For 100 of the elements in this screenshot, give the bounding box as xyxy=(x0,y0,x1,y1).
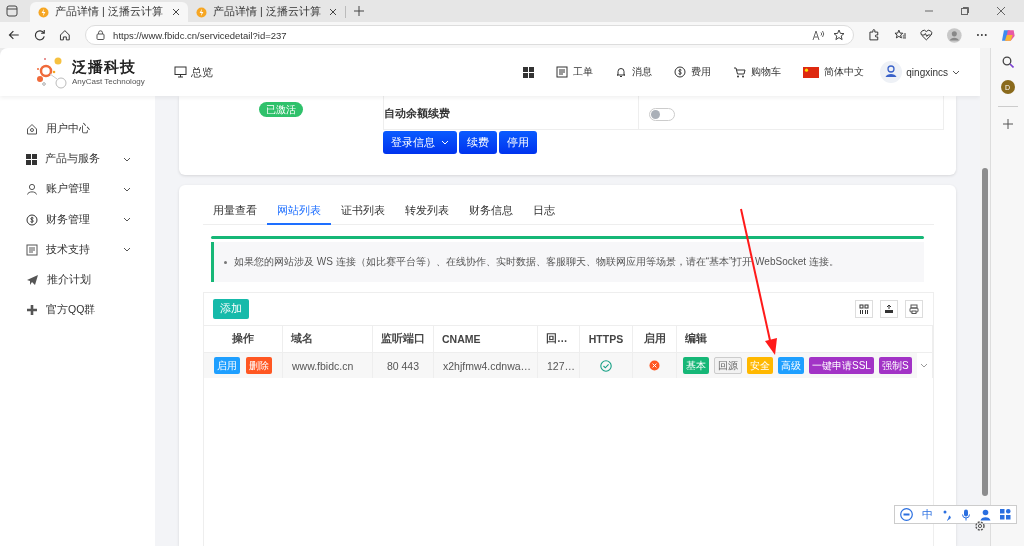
bullet-icon xyxy=(224,260,227,264)
lightning-icon xyxy=(38,6,49,18)
table-cell: 80 443 xyxy=(373,352,434,378)
apps-menu[interactable] xyxy=(523,66,535,78)
toolbar-button[interactable] xyxy=(880,300,898,318)
tab[interactable]: 日志 xyxy=(523,202,565,225)
tab-overview-icon[interactable] xyxy=(6,5,18,17)
heart-pulse-icon[interactable] xyxy=(920,29,934,41)
brand-tagline: AnyCast Technology xyxy=(72,77,145,86)
more-icon[interactable] xyxy=(975,33,988,37)
settings-icon[interactable] xyxy=(974,520,986,532)
caret-icon xyxy=(952,69,960,75)
dollar-icon xyxy=(674,66,687,78)
favorites-icon[interactable] xyxy=(893,29,907,41)
bell-icon xyxy=(615,66,628,78)
user-menu[interactable]: qingxincs xyxy=(880,61,960,83)
document-icon xyxy=(556,66,569,78)
status-badge: 已激活 xyxy=(259,102,303,117)
sidebar-item[interactable]: 账户管理 xyxy=(0,174,155,205)
home-icon[interactable] xyxy=(59,29,72,41)
chevron-down-icon xyxy=(920,363,929,368)
sidebar-item[interactable]: 用户中心 xyxy=(0,114,155,145)
tab-title: 产品详情 | 泛播云计算 xyxy=(213,5,322,19)
tab-title: 产品详情 | 泛播云计算 xyxy=(55,5,164,19)
avatar-icon[interactable] xyxy=(947,27,962,43)
brand-name: 泛播科技 xyxy=(72,58,137,77)
grid-icon xyxy=(26,153,37,165)
action-button[interactable]: 登录信息 xyxy=(383,131,457,154)
toolbar-button[interactable] xyxy=(855,300,873,318)
print-icon xyxy=(909,304,919,314)
document-icon xyxy=(26,243,38,256)
nav-link[interactable]: 工单 xyxy=(556,65,594,79)
flag-icon xyxy=(803,66,820,78)
scrollbar[interactable] xyxy=(980,48,990,546)
row-action-button[interactable]: 强制S xyxy=(878,357,912,374)
chevron-down-icon xyxy=(123,156,131,162)
action-button[interactable]: 续费 xyxy=(459,131,497,154)
apps-icon[interactable] xyxy=(1000,509,1011,520)
read-aloud-icon[interactable] xyxy=(812,29,825,41)
table-cell: www.fbidc.cn xyxy=(283,352,373,378)
plus-icon xyxy=(26,304,38,317)
tab[interactable]: 转发列表 xyxy=(395,202,459,225)
address-bar[interactable]: https://www.fbidc.cn/servicedetail?id=237 xyxy=(85,25,854,45)
nav-link[interactable]: 消息 xyxy=(615,65,653,79)
microphone-icon[interactable] xyxy=(961,508,971,521)
tab[interactable]: 证书列表 xyxy=(331,202,395,225)
caret-icon xyxy=(441,140,449,145)
sidebar-item[interactable]: 技术支持 xyxy=(0,234,155,265)
ime-mode-toggle[interactable]: 中 xyxy=(922,507,933,522)
tab[interactable]: 网站列表 xyxy=(267,202,331,225)
chevron-down-icon xyxy=(123,186,131,192)
user-avatar-icon xyxy=(880,61,903,83)
user-icon xyxy=(26,183,38,196)
close-icon[interactable] xyxy=(172,8,180,16)
monitor-icon xyxy=(174,66,187,78)
browser-tab[interactable]: 产品详情 | 泛播云计算 xyxy=(30,2,188,22)
table-cell: 127… xyxy=(538,352,580,378)
back-icon[interactable] xyxy=(8,29,20,41)
person-icon[interactable] xyxy=(980,508,991,521)
close-icon[interactable] xyxy=(329,8,337,16)
setting-label: 自动余额续费 xyxy=(384,96,639,129)
sidebar-item[interactable]: 财务管理 xyxy=(0,204,155,235)
chevron-down-icon xyxy=(123,217,131,223)
sidebar-item[interactable]: 推介计划 xyxy=(0,264,155,296)
cart-icon xyxy=(733,66,747,78)
refresh-icon[interactable] xyxy=(33,29,46,41)
overview-link[interactable]: 总览 xyxy=(174,64,213,80)
home-icon xyxy=(26,123,38,136)
search-icon[interactable] xyxy=(1001,56,1014,68)
table-cell: x2hjfmw4.cdnwa… xyxy=(434,352,538,378)
row-action-button[interactable]: 一键申请SSL xyxy=(809,357,874,374)
dollar-icon xyxy=(26,213,38,226)
tab[interactable]: 用量查看 xyxy=(203,202,267,225)
grid-icon xyxy=(523,66,535,78)
lock-icon xyxy=(96,30,106,40)
sidebar-item[interactable]: 官方QQ群 xyxy=(0,295,155,326)
chevron-down-icon xyxy=(123,247,131,253)
row-action-button[interactable]: 回源 xyxy=(714,357,742,374)
paper-plane-icon xyxy=(26,274,39,287)
punctuation-icon[interactable] xyxy=(942,508,952,521)
columns-icon xyxy=(859,304,869,314)
toggle-switch[interactable] xyxy=(649,108,675,121)
extensions-icon[interactable] xyxy=(868,29,880,41)
nav-link[interactable]: 购物车 xyxy=(733,65,782,79)
lightning-icon xyxy=(196,6,207,18)
close-icon[interactable] xyxy=(996,6,1006,16)
tab[interactable]: 财务信息 xyxy=(459,202,523,225)
star-icon[interactable] xyxy=(833,29,845,41)
browser-tab[interactable]: 产品详情 | 泛播云计算 xyxy=(188,6,346,18)
notice-text: 如果您的网站涉及 WS 连接（如比赛平台等）、在线协作、实时数据、客服聊天、物联网应用等场景，请在“基本”打开 WebSocket 连接。 xyxy=(234,255,839,269)
add-icon[interactable] xyxy=(1002,119,1013,129)
new-tab-icon[interactable] xyxy=(354,6,364,16)
logo-icon xyxy=(34,55,68,89)
nav-link[interactable]: 费用 xyxy=(674,65,712,79)
sidebar-item[interactable]: 产品与服务 xyxy=(0,144,155,175)
language-menu[interactable]: 简体中文 xyxy=(803,65,865,79)
copilot-icon[interactable] xyxy=(1001,27,1016,43)
restore-icon[interactable] xyxy=(960,6,970,16)
export-icon xyxy=(884,304,894,314)
action-button[interactable]: 停用 xyxy=(499,131,537,154)
